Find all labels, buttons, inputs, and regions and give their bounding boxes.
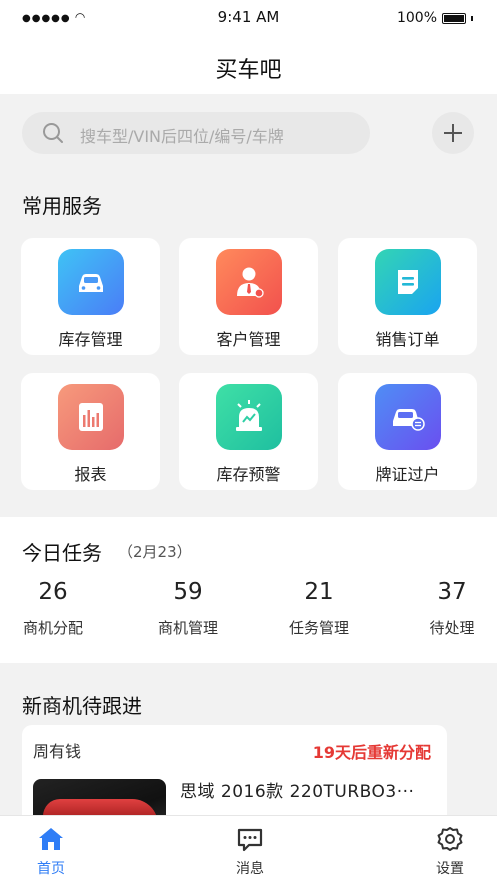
stat-lead-assignment[interactable]: 26 商机分配	[13, 579, 93, 638]
home-icon	[37, 826, 65, 852]
service-label: 客户管理	[216, 330, 281, 349]
status-bar: ●●●●● ◠ 9:41 AM 100%	[0, 0, 497, 36]
service-label: 库存预警	[216, 465, 281, 484]
stat-number: 59	[173, 579, 203, 605]
today-tasks-panel: 今日任务 （2月23） 26 商机分配 59 商机管理 21 任务管理 37 待…	[0, 517, 497, 663]
service-license-transfer[interactable]: 牌证过户	[338, 373, 477, 490]
stat-label: 待处理	[429, 619, 475, 637]
service-label: 销售订单	[375, 330, 440, 349]
report-icon	[58, 384, 124, 450]
service-reports[interactable]: 报表	[21, 373, 160, 490]
search-input[interactable]: 搜车型/VIN后四位/编号/车牌	[22, 112, 370, 154]
stat-number: 37	[437, 579, 467, 605]
stat-lead-management[interactable]: 59 商机管理	[148, 579, 228, 638]
leads-title: 新商机待跟进	[22, 694, 142, 718]
lead-card[interactable]: 周有钱 19天后重新分配 思域 2016款 220TURBO3···	[22, 725, 447, 825]
service-label: 库存管理	[58, 330, 123, 349]
tab-messages[interactable]: 消息	[210, 826, 290, 878]
message-icon	[236, 826, 264, 852]
tasks-date: （2月23）	[118, 543, 192, 561]
battery-icon	[442, 12, 466, 24]
service-label: 牌证过户	[375, 465, 440, 484]
lead-customer-name: 周有钱	[33, 742, 82, 761]
stat-pending[interactable]: 37 待处理	[412, 579, 492, 638]
service-customers[interactable]: 客户管理	[179, 238, 318, 355]
search-placeholder: 搜车型/VIN后四位/编号/车牌	[80, 127, 284, 146]
tasks-title: 今日任务	[22, 541, 102, 565]
service-inventory-alert[interactable]: 库存预警	[179, 373, 318, 490]
order-icon	[375, 249, 441, 315]
lead-reassign-badge: 19天后重新分配	[312, 743, 431, 762]
stat-number: 26	[38, 579, 68, 605]
page-title: 买车吧	[215, 58, 282, 83]
alarm-icon	[216, 384, 282, 450]
transfer-car-icon	[375, 384, 441, 450]
tab-settings[interactable]: 设置	[410, 826, 490, 878]
customer-icon	[216, 249, 282, 315]
service-orders[interactable]: 销售订单	[338, 238, 477, 355]
service-label: 报表	[74, 465, 107, 484]
car-icon	[58, 249, 124, 315]
lead-car-model: 思域 2016款 220TURBO3···	[180, 782, 415, 802]
services-title: 常用服务	[22, 194, 102, 218]
tab-label: 设置	[436, 861, 464, 877]
tab-home[interactable]: 首页	[11, 826, 91, 878]
service-inventory[interactable]: 库存管理	[21, 238, 160, 355]
stat-label: 任务管理	[288, 619, 349, 637]
tab-bar: 首页 消息 设置	[0, 815, 497, 883]
tab-label: 首页	[37, 861, 65, 877]
stat-label: 商机管理	[157, 619, 218, 637]
battery-percent: 100%	[396, 10, 437, 26]
stat-number: 21	[304, 579, 334, 605]
battery-indicator: 100%	[397, 10, 473, 26]
add-button[interactable]	[432, 112, 474, 154]
tab-label: 消息	[236, 861, 264, 877]
settings-icon	[436, 826, 464, 852]
stat-task-management[interactable]: 21 任务管理	[279, 579, 359, 638]
stat-label: 商机分配	[22, 619, 83, 637]
search-icon	[43, 123, 63, 143]
nav-bar: 买车吧	[0, 36, 497, 94]
